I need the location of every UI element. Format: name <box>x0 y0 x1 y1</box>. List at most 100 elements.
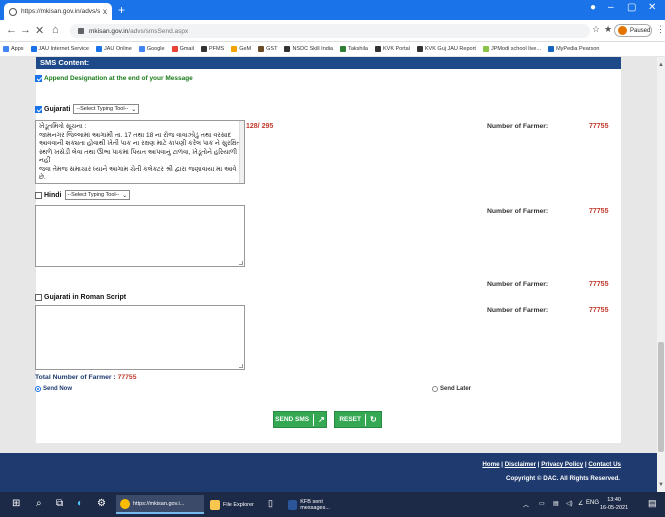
school-icon <box>482 46 489 52</box>
pen-icon[interactable]: ∠ <box>578 500 583 507</box>
avatar <box>618 26 627 35</box>
bookmark-item[interactable]: PFMS <box>200 46 224 52</box>
gujarati-typing-tool-select[interactable]: --Select Typing Tool-- ⌄ <box>73 104 140 114</box>
send-now-option[interactable]: Send Now <box>35 386 72 392</box>
network-icon[interactable]: ▤ <box>553 500 559 507</box>
bookmark-icon <box>95 46 102 52</box>
taskbar-app-chrome[interactable]: https://mkisan.gov.i... <box>116 495 204 514</box>
phone-icon[interactable]: ▯ <box>268 498 273 509</box>
gujarati-char-counter: 128/ 295 <box>246 123 274 130</box>
send-later-radio[interactable] <box>432 386 438 392</box>
page-scrollbar[interactable]: ▲ ▼ <box>657 57 665 492</box>
folder-icon <box>210 499 220 510</box>
gujarati-message-textarea[interactable]: ખેડૂતમિત્રો સૂચના : જામનગર જિલ્લામાં આગા… <box>35 120 245 184</box>
scroll-down-icon[interactable]: ▼ <box>658 482 664 488</box>
resize-grip-icon[interactable] <box>239 261 243 265</box>
profile-button[interactable]: Paused <box>614 24 652 37</box>
sms-content-header: SMS Content: <box>36 57 621 69</box>
append-designation-label: Append Designation at the end of your Me… <box>44 75 193 82</box>
hindi-checkbox[interactable] <box>35 191 42 199</box>
footer-home-link[interactable]: Home <box>482 461 499 468</box>
copyright-text: Copyright © DAC. All Rights Reserved. <box>506 475 620 482</box>
browser-tab[interactable]: https://mkisan.gov.in/advs/smsS x <box>4 3 112 20</box>
notification-icon[interactable]: ▤ <box>648 498 657 509</box>
append-designation-row: Append Designation at the end of your Me… <box>35 75 193 82</box>
reset-label: RESET <box>339 416 361 423</box>
stop-icon[interactable]: ✕ <box>35 24 44 37</box>
search-icon[interactable]: ⌕ <box>36 498 42 509</box>
account-icon[interactable]: ● <box>590 2 596 13</box>
footer-links: Home | Disclaimer | Privacy Policy | Con… <box>482 461 621 468</box>
new-tab-icon[interactable]: + <box>118 3 125 17</box>
hindi-typing-tool-select[interactable]: --Select Typing Tool-- ⌄ <box>64 190 131 200</box>
profile-label: Paused <box>630 27 651 34</box>
append-designation-checkbox[interactable] <box>35 75 42 82</box>
bookmark-item[interactable]: JPModi school live... <box>482 46 541 52</box>
textarea-scrollbar[interactable] <box>239 121 244 183</box>
hindi-message-textarea[interactable] <box>35 205 245 267</box>
address-bar[interactable]: mkisan.gov.in/advs/smsSend.aspx <box>70 24 590 38</box>
menu-icon[interactable]: ⋮ <box>656 24 665 35</box>
bookmark-item[interactable]: JAU Online <box>95 46 132 52</box>
forward-icon[interactable]: → <box>20 24 31 36</box>
bookmark-item[interactable]: Google <box>138 46 165 52</box>
bookmark-item[interactable]: MyPedia Pearson <box>548 46 600 52</box>
tab-close-icon[interactable]: x <box>103 7 107 16</box>
taskbar-clock[interactable]: 13:40 16-05-2021 <box>600 496 628 512</box>
taskbar-app-explorer[interactable]: File Explorer <box>206 495 264 514</box>
clock-date: 16-05-2021 <box>600 505 629 511</box>
send-sms-label: SEND SMS <box>275 416 310 423</box>
bookmark-item[interactable]: Takshila <box>340 46 368 52</box>
edge-icon[interactable]: ◐ <box>77 498 83 509</box>
battery-icon[interactable]: ▭ <box>539 500 545 507</box>
hindi-row: Hindi --Select Typing Tool-- ⌄ <box>35 190 131 200</box>
bookmark-item[interactable]: GST <box>258 46 277 52</box>
footer-privacy-link[interactable]: Privacy Policy <box>541 461 583 468</box>
url-path: /advs/smsSend.aspx <box>128 27 189 35</box>
bookmark-item[interactable]: NSDC Skill India <box>284 46 333 52</box>
maximize-icon[interactable]: ▢ <box>627 2 636 13</box>
google-icon <box>138 46 145 52</box>
roman-checkbox[interactable] <box>35 294 42 301</box>
bookmark-item[interactable]: Gmail <box>171 46 194 52</box>
taskbar-app-word[interactable]: KFB sent messages... <box>284 495 354 514</box>
bookmark-item[interactable]: KVK Guj JAU Report <box>416 46 476 52</box>
bookmark-star-icon[interactable]: ☆ <box>592 24 600 35</box>
home-icon[interactable]: ⌂ <box>52 24 59 36</box>
windows-start-icon[interactable]: ⊞ <box>12 498 20 509</box>
footer-contact-link[interactable]: Contact Us <box>588 461 621 468</box>
gmail-icon <box>171 46 178 52</box>
roman-label: Gujarati in Roman Script <box>44 294 127 301</box>
farmer-count-label: Number of Farmer: <box>487 281 549 288</box>
reset-button[interactable]: RESET ↻ <box>334 411 382 428</box>
roman-row: Gujarati in Roman Script <box>35 294 126 301</box>
browser-tab-strip: https://mkisan.gov.in/advs/smsS x + ● – … <box>0 0 665 20</box>
total-farmers: Total Number of Farmer : 77755 <box>35 374 137 381</box>
close-window-icon[interactable]: ✕ <box>648 2 656 13</box>
bookmark-item[interactable]: KVK Portal <box>374 46 410 52</box>
footer-disclaimer-link[interactable]: Disclaimer <box>505 461 536 468</box>
browser-toolbar: ← → ✕ ⌂ mkisan.gov.in/advs/smsSend.aspx … <box>0 20 665 42</box>
bookmark-item[interactable]: JAU Internet Service <box>30 46 89 52</box>
send-now-radio[interactable] <box>35 386 41 392</box>
settings-icon[interactable]: ⚙ <box>97 498 106 509</box>
task-view-icon[interactable]: ⧉ <box>56 498 63 509</box>
refresh-icon: ↻ <box>369 415 377 424</box>
farmer-count-label: Number of Farmer: <box>487 208 549 215</box>
send-sms-button[interactable]: SEND SMS ↗ <box>273 411 327 428</box>
bookmark-item[interactable]: Apps <box>3 46 24 52</box>
chevron-up-icon[interactable]: ︿ <box>523 500 529 509</box>
gujarati-checkbox[interactable] <box>35 105 42 113</box>
minimize-icon[interactable]: – <box>608 2 614 13</box>
bookmark-item[interactable]: GeM <box>231 46 251 52</box>
roman-message-textarea[interactable] <box>35 305 245 370</box>
send-later-option[interactable]: Send Later <box>432 386 471 392</box>
language-indicator[interactable]: ENG <box>586 500 599 506</box>
farmer-count-value: 77755 <box>589 281 609 288</box>
scrollbar-thumb[interactable] <box>658 342 664 452</box>
resize-grip-icon[interactable] <box>239 364 243 368</box>
volume-icon[interactable]: ◁) <box>566 500 573 507</box>
scroll-up-icon[interactable]: ▲ <box>658 62 664 68</box>
extension-icon[interactable]: ★ <box>604 24 612 35</box>
back-icon[interactable]: ← <box>6 24 17 36</box>
